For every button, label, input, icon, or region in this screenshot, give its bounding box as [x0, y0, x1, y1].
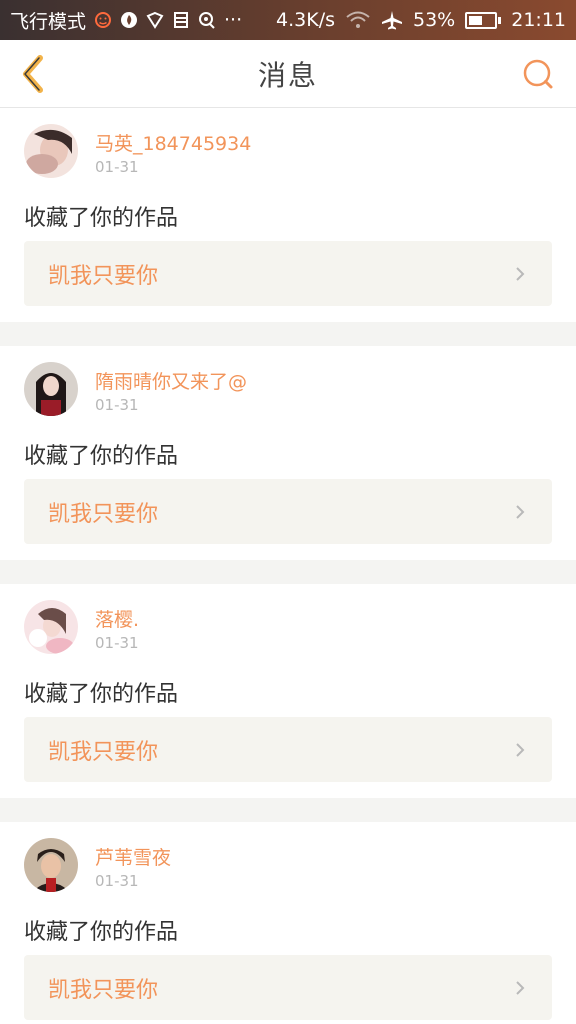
avatar[interactable]: [24, 600, 78, 654]
battery-icon: [465, 11, 502, 29]
search-button[interactable]: [518, 54, 558, 94]
chevron-right-icon: [516, 266, 525, 281]
message-date: 01-31: [95, 396, 139, 414]
wifi-icon: [346, 11, 370, 28]
location-icon: [199, 12, 215, 29]
message-card: 马英_184745934 01-31 收藏了你的作品 凯我只要你: [0, 108, 576, 322]
message-card: 芦苇雪夜 01-31 收藏了你的作品 凯我只要你: [0, 822, 576, 1024]
chevron-right-icon: [516, 504, 525, 519]
work-title: 凯我只要你: [48, 263, 159, 289]
airplane-mode-label: 飞行模式: [10, 10, 87, 33]
user-name[interactable]: 隋雨晴你又来了@: [95, 367, 247, 394]
shield-icon: [146, 11, 164, 29]
work-title: 凯我只要你: [48, 739, 159, 765]
action-text: 收藏了你的作品: [24, 206, 179, 231]
chevron-right-icon: [516, 742, 525, 757]
message-date: 01-31: [95, 158, 139, 176]
user-name[interactable]: 马英_184745934: [95, 129, 251, 156]
user-name[interactable]: 芦苇雪夜: [95, 843, 171, 870]
work-link[interactable]: 凯我只要你: [24, 717, 552, 782]
storage-icon: [174, 12, 189, 28]
search-icon: [523, 59, 553, 89]
action-text: 收藏了你的作品: [24, 682, 179, 707]
action-text: 收藏了你的作品: [24, 444, 179, 469]
avatar[interactable]: [24, 838, 78, 892]
status-bar: 飞行模式 ··· 4.3K/s 53% 21:11: [0, 0, 576, 40]
work-link[interactable]: 凯我只要你: [24, 241, 552, 306]
chevron-right-icon: [516, 980, 525, 995]
back-button[interactable]: [12, 52, 56, 96]
nav-bar: 消息: [0, 40, 576, 108]
work-link[interactable]: 凯我只要你: [24, 479, 552, 544]
message-date: 01-31: [95, 634, 139, 652]
battery-percent: 53%: [413, 9, 456, 31]
flame-icon: [121, 12, 138, 28]
chevron-left-icon: [23, 55, 43, 93]
avatar[interactable]: [24, 124, 78, 178]
avatar[interactable]: [24, 362, 78, 416]
work-title: 凯我只要你: [48, 501, 159, 527]
work-title: 凯我只要你: [48, 977, 159, 1003]
message-card: 隋雨晴你又来了@ 01-31 收藏了你的作品 凯我只要你: [0, 346, 576, 560]
message-date: 01-31: [95, 872, 139, 890]
message-list: 马英_184745934 01-31 收藏了你的作品 凯我只要你 隋雨晴你又来了…: [0, 108, 576, 1024]
message-card: 落樱. 01-31 收藏了你的作品 凯我只要你: [0, 584, 576, 798]
clock: 21:11: [511, 9, 566, 31]
more-notifications-icon: ···: [224, 9, 243, 31]
page-title: 消息: [257, 58, 318, 92]
network-speed: 4.3K/s: [276, 9, 335, 31]
work-link[interactable]: 凯我只要你: [24, 955, 552, 1020]
emoji-icon: [95, 12, 112, 28]
user-name[interactable]: 落樱.: [95, 605, 139, 632]
action-text: 收藏了你的作品: [24, 920, 179, 945]
airplane-icon: [382, 11, 402, 30]
